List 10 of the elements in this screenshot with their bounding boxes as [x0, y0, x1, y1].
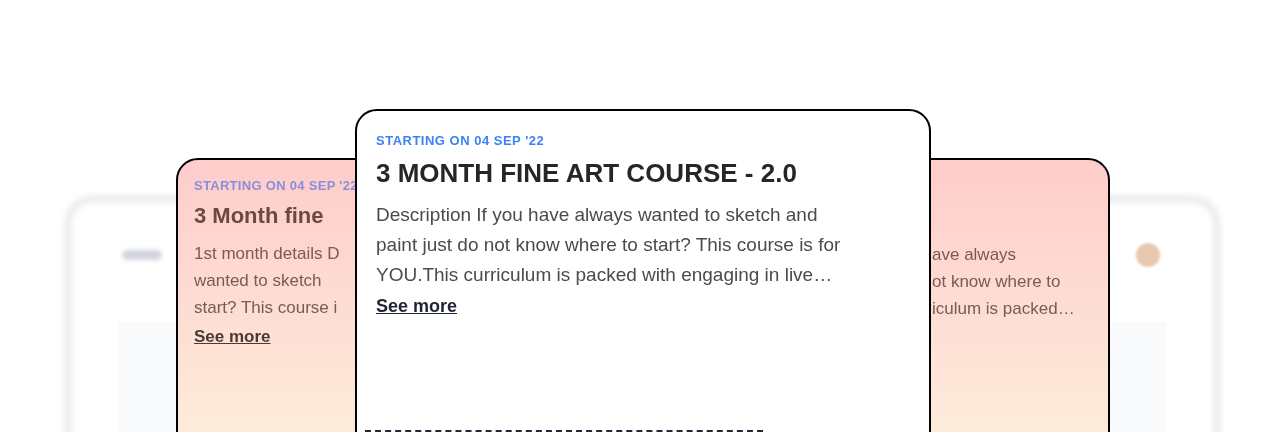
start-date: STARTING ON 04 SEP '22	[376, 133, 546, 149]
see-more-link[interactable]: See more	[194, 325, 271, 349]
course-title: 3 MONTH FINE ART COURSE - 2.0	[376, 159, 798, 187]
course-title: 3 Month fine	[194, 202, 324, 230]
course-description: 1st month details D wanted to sketch start? This course i	[194, 243, 340, 319]
course-description: Description If you have always wanted to sketch and paint just do not know where to start? This course is for YOU.This curriculum is packed with engaging in live…	[376, 203, 842, 287]
course-description: ave always ot know where to iculum is packed…	[932, 244, 1075, 320]
blurred-bar	[122, 250, 162, 260]
see-more-link[interactable]: See more	[376, 294, 458, 318]
avatar-icon	[1136, 243, 1160, 267]
